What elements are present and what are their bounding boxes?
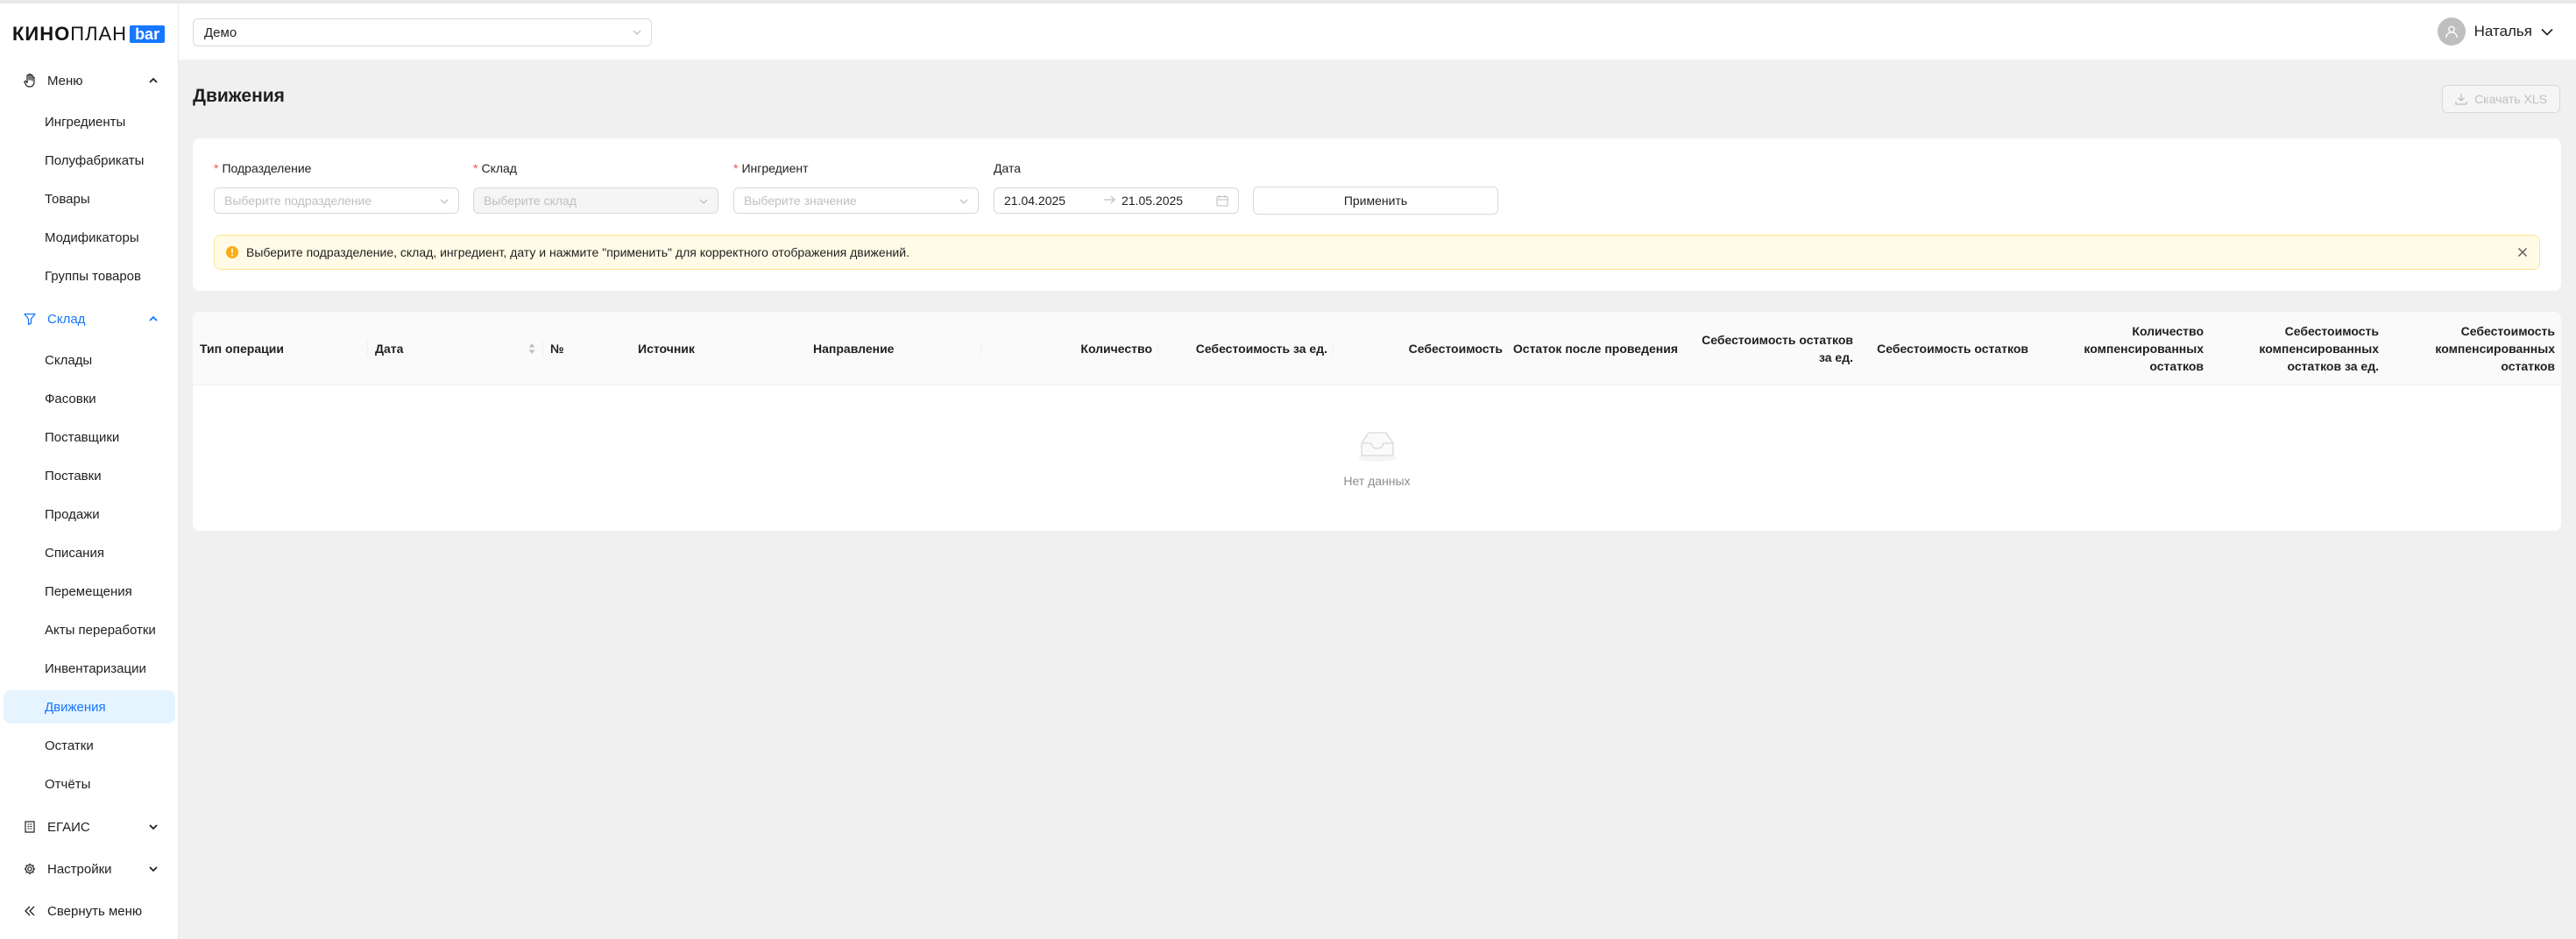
top-header: Демо Наталья — [179, 4, 2576, 60]
sidebar-item-balances[interactable]: Остатки — [4, 729, 175, 762]
warehouse-placeholder: Выберите склад — [484, 194, 577, 208]
column-header-remaining-unit-cost: Себестоимость остатков за ед. — [1702, 333, 1853, 364]
ingredient-label: * Ингредиент — [733, 161, 809, 175]
column-header-source: Источник — [638, 342, 695, 356]
user-avatar-icon — [2437, 18, 2466, 46]
sidebar-group-warehouse[interactable]: Склад — [0, 301, 179, 336]
logo-text: КИНОПЛАН — [12, 23, 128, 45]
sidebar-group-egais[interactable]: ЕГАИС — [0, 809, 179, 844]
movements-table: Тип операции Дата № Источник Направление… — [193, 312, 2561, 531]
funnel-icon — [23, 312, 37, 326]
download-xls-button[interactable]: Скачать XLS — [2442, 85, 2560, 113]
chevron-down-icon — [698, 196, 709, 207]
required-asterisk: * — [473, 161, 478, 175]
chevron-down-icon — [147, 821, 159, 833]
column-header-date[interactable]: Дата — [375, 312, 543, 385]
sidebar-item-sales[interactable]: Продажи — [4, 498, 175, 531]
collapse-menu-label: Свернуть меню — [47, 903, 143, 919]
chevron-down-icon — [439, 196, 449, 207]
sidebar-item-transfers[interactable]: Перемещения — [4, 575, 175, 608]
empty-inbox-icon — [1356, 429, 1398, 465]
sidebar-item-packaging[interactable]: Фасовки — [4, 382, 175, 415]
column-header-remaining-cost: Себестоимость остатков — [1877, 342, 2028, 356]
sidebar-item-movements[interactable]: Движения — [4, 690, 175, 724]
empty-text: Нет данных — [1343, 473, 1411, 488]
column-header-operation-type: Тип операции — [200, 312, 368, 385]
empty-state: Нет данных — [193, 385, 2561, 531]
sidebar: КИНОПЛАН bar Меню Ингредиенты Полуфабрик… — [0, 4, 179, 939]
chevron-down-icon — [959, 196, 969, 207]
column-header-remaining-after: Остаток после проведения — [1512, 342, 1678, 356]
alert-text: Выберите подразделение, склад, ингредиен… — [246, 245, 909, 259]
column-header-direction: Направление — [813, 312, 981, 385]
warehouse-select[interactable]: Выберите склад — [473, 187, 718, 214]
chevron-up-icon — [147, 313, 159, 325]
download-xls-label: Скачать XLS — [2474, 92, 2547, 106]
chevron-down-icon — [147, 863, 159, 875]
division-select[interactable]: Выберите подразделение — [214, 187, 459, 214]
sidebar-item-inventories[interactable]: Инвентаризации — [4, 652, 175, 685]
calendar-icon — [1216, 194, 1228, 207]
column-header-number: № — [550, 342, 564, 356]
column-header-compensated-unit-cost: Себестоимость компенсированных остатков … — [2259, 324, 2379, 373]
page-title: Движения — [193, 86, 285, 106]
apply-button[interactable]: Применить — [1253, 187, 1498, 215]
sidebar-item-goods-groups[interactable]: Группы товаров — [4, 259, 175, 293]
info-alert: Выберите подразделение, склад, ингредиен… — [214, 235, 2540, 270]
date-from-input[interactable]: 21.04.2025 — [1004, 194, 1065, 208]
chevron-down-icon — [2541, 28, 2553, 36]
warehouse-label: * Склад — [473, 161, 517, 175]
column-header-quantity: Количество — [987, 312, 1158, 385]
chevron-down-icon — [632, 27, 642, 38]
sidebar-item-suppliers[interactable]: Поставщики — [4, 420, 175, 454]
column-header-compensated-quantity: Количество компенсированных остатков — [2084, 324, 2204, 373]
sidebar-item-write-offs[interactable]: Списания — [4, 536, 175, 569]
close-icon[interactable] — [2516, 246, 2529, 258]
sidebar-item-warehouses[interactable]: Склады — [4, 343, 175, 377]
building-icon — [23, 820, 37, 834]
gear-icon — [23, 862, 37, 876]
column-header-compensated-cost: Себестоимость компенсированных остатков — [2435, 324, 2555, 373]
sidebar-item-reports[interactable]: Отчёты — [4, 767, 175, 801]
table-header: Тип операции Дата № Источник Направление… — [193, 312, 2561, 385]
double-chevron-left-icon — [23, 904, 37, 918]
user-menu[interactable]: Наталья — [2437, 18, 2553, 46]
warning-icon — [225, 245, 239, 259]
column-header-unit-cost: Себестоимость за ед. — [1162, 312, 1334, 385]
location-select[interactable]: Демо — [193, 18, 652, 46]
date-label: Дата — [994, 161, 1022, 175]
filter-card: * Подразделение Выберите подразделение * С… — [193, 138, 2561, 291]
sidebar-item-processing-acts[interactable]: Акты переработки — [4, 613, 175, 646]
collapse-menu-button[interactable]: Свернуть меню — [0, 893, 179, 928]
sort-icon[interactable] — [527, 342, 536, 356]
division-placeholder: Выберите подразделение — [224, 194, 372, 208]
ingredient-select[interactable]: Выберите значение — [733, 187, 979, 214]
download-icon — [2455, 93, 2467, 105]
sidebar-item-deliveries[interactable]: Поставки — [4, 459, 175, 492]
location-select-value: Демо — [204, 25, 237, 40]
required-asterisk: * — [733, 161, 739, 175]
logo[interactable]: КИНОПЛАН bar — [12, 21, 166, 47]
sidebar-item-semi-finished[interactable]: Полуфабрикаты — [4, 144, 175, 177]
division-label: * Подразделение — [214, 161, 312, 175]
column-header-cost: Себестоимость — [1408, 342, 1503, 356]
hand-icon — [23, 74, 37, 88]
sidebar-item-modifiers[interactable]: Модификаторы — [4, 221, 175, 254]
sidebar-group-settings[interactable]: Настройки — [0, 851, 179, 886]
ingredient-placeholder: Выберите значение — [744, 194, 857, 208]
sidebar-item-goods[interactable]: Товары — [4, 182, 175, 215]
date-to-input[interactable]: 21.05.2025 — [1122, 194, 1183, 208]
sidebar-group-menu[interactable]: Меню — [0, 63, 179, 98]
date-range-picker[interactable]: 21.04.2025 21.05.2025 — [994, 187, 1239, 214]
chevron-up-icon — [147, 74, 159, 87]
required-asterisk: * — [214, 161, 219, 175]
arrow-right-icon — [1103, 195, 1115, 204]
logo-badge: bar — [130, 25, 166, 43]
user-name: Наталья — [2473, 23, 2532, 39]
sidebar-item-ingredients[interactable]: Ингредиенты — [4, 105, 175, 138]
